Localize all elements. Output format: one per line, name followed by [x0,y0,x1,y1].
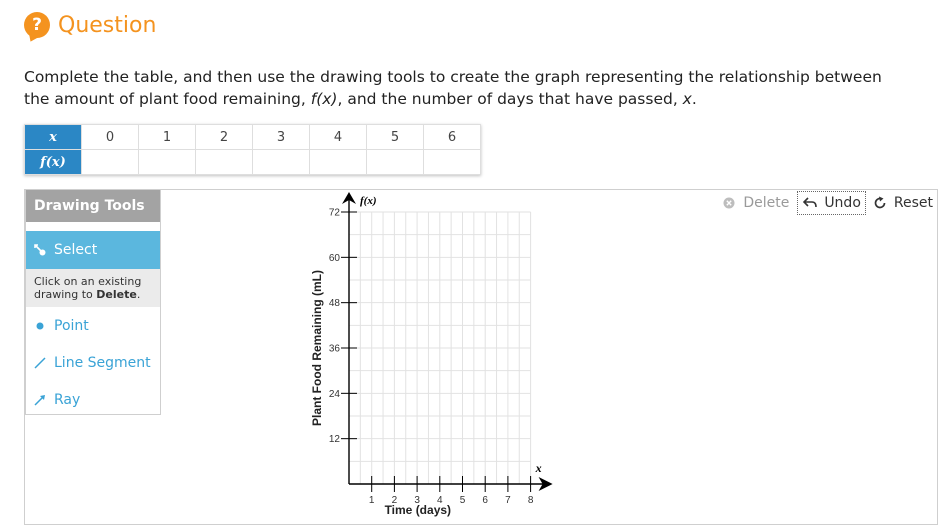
y-tick-label: 36 [329,344,341,355]
segment-icon [32,356,48,370]
y-tick-label: 72 [329,208,341,219]
select-hint: Click on an existing drawing to Delete. [26,269,160,307]
x-tick-label: 7 [505,495,511,506]
x-cell: 1 [138,124,196,150]
x-cell: 6 [423,124,481,150]
action-buttons: Delete Undo Reset [717,191,937,215]
y-axis-name: f(x) [360,195,377,207]
select-tool[interactable]: Select [26,231,160,269]
question-title: Question [58,12,157,38]
question-icon: ? [24,12,50,38]
point-tool-label: Point [54,317,89,334]
drawing-tools-header: Drawing Tools [26,190,160,222]
undo-icon [802,197,818,209]
reset-button[interactable]: Reset [868,192,937,214]
x-axis-name: x [535,461,542,475]
coordinate-graph[interactable]: 1224364860721 2 3 4 5 6 7 8f(x)xTime (days)Plan… [300,190,570,524]
fx-input-cell[interactable] [366,149,424,175]
fx-input-cell[interactable] [81,149,139,175]
fx-input-cell[interactable] [423,149,481,175]
line-segment-tool-label: Line Segment [54,354,151,371]
x-cell: 0 [81,124,139,150]
y-tick-label: 12 [329,434,341,445]
x-cell: 2 [195,124,253,150]
x-cell: 3 [252,124,310,150]
x-cell: 5 [366,124,424,150]
ray-tool[interactable]: Ray [26,381,160,418]
x-header: x [24,124,82,150]
fx-input-cell[interactable] [309,149,367,175]
ray-tool-label: Ray [54,391,81,408]
y-tick-label: 48 [329,298,341,309]
fx-row: f(x) [24,149,481,175]
fx-header: f(x) [24,149,82,175]
x-tick-label: 5 [460,495,466,506]
x-cell: 4 [309,124,367,150]
y-tick-label: 60 [329,253,341,264]
value-table: x 0 1 2 3 4 5 6 f(x) [24,124,481,175]
select-tool-label: Select [54,242,98,258]
fx-input-cell[interactable] [252,149,310,175]
line-segment-tool[interactable]: Line Segment [26,344,160,381]
undo-button[interactable]: Undo [797,191,866,215]
x-row: x 0 1 2 3 4 5 6 [24,124,481,150]
x-tick-label: 6 [482,495,488,506]
y-axis-label: Plant Food Remaining (mL) [310,270,324,426]
question-prompt: Complete the table, and then use the dra… [24,68,882,108]
ray-icon [32,393,48,407]
dot-icon [32,321,48,331]
x-tick-label: 1 [369,495,375,506]
reset-icon [872,196,888,210]
x-axis-label: Time (days) [385,503,451,517]
fx-input-cell[interactable] [138,149,196,175]
x-tick-label: 8 [528,495,534,506]
point-tool[interactable]: Point [26,307,160,344]
y-tick-label: 24 [329,389,341,400]
fx-input-cell[interactable] [195,149,253,175]
delete-button[interactable]: Delete [717,192,793,214]
question-header: ? Question [24,12,156,38]
pointer-hand-icon [32,243,48,257]
delete-icon [721,197,737,209]
drawing-tools: Drawing Tools Select Click on an existin… [25,190,161,415]
